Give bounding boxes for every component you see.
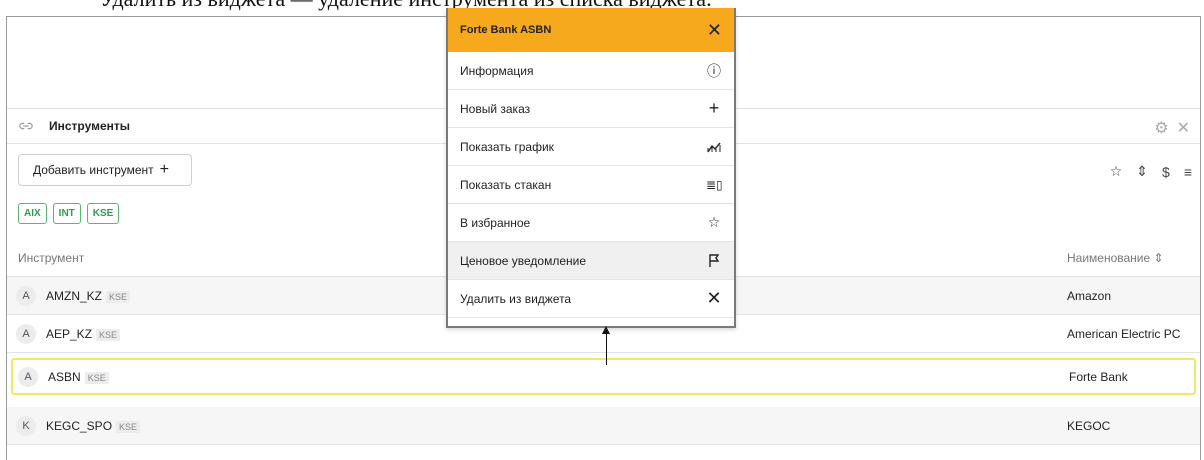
ticker-text: KEGC_SPO <box>46 419 113 433</box>
plus-icon: + <box>708 98 720 118</box>
menu-item-label: Ценовое уведомление <box>460 253 587 268</box>
avatar: A <box>16 286 36 306</box>
tag-aix[interactable]: AIX <box>18 203 47 224</box>
instrument-name: KEGOC <box>1067 419 1111 433</box>
exchange-tags: AIX INT KSE <box>18 203 120 224</box>
menu-item-remove[interactable]: Удалить из виджета ✕ <box>448 280 734 318</box>
plus-icon: + <box>159 161 169 178</box>
add-instrument-label: Добавить инструмент <box>33 163 154 177</box>
context-menu-title: Forte Bank ASBN <box>460 24 552 36</box>
instrument-name: American Electric PC <box>1067 327 1181 341</box>
ticker: ASBN KSE <box>48 370 109 384</box>
close-icon[interactable]: ✕ <box>707 20 722 41</box>
close-widget-icon[interactable]: ✕ <box>1177 118 1190 138</box>
info-icon: ⓘ <box>707 62 721 79</box>
menu-item-label: Показать график <box>460 139 554 154</box>
ticker: AEP_KZ KSE <box>46 327 121 341</box>
star-icon[interactable]: ☆ <box>1110 163 1123 180</box>
context-menu-header: Forte Bank ASBN ✕ <box>448 8 734 52</box>
column-name[interactable]: Наименование ⇕ <box>1067 251 1164 265</box>
gear-icon[interactable]: ⚙ <box>1154 118 1168 138</box>
ticker-text: ASBN <box>48 370 81 384</box>
exchange-badge: KSE <box>116 421 141 433</box>
column-instrument[interactable]: Инструмент <box>18 251 84 265</box>
avatar: A <box>16 324 36 344</box>
menu-item-new-order[interactable]: Новый заказ + <box>448 90 734 128</box>
menu-item-label: Информация <box>460 63 534 78</box>
star-icon: ☆ <box>707 214 721 230</box>
table-row-selected[interactable]: A ASBN KSE Forte Bank <box>11 358 1196 395</box>
menu-item-label: Удалить из виджета <box>460 291 572 306</box>
menu-item-price-alert[interactable]: Ценовое уведомление <box>448 242 734 280</box>
sort-icon[interactable]: ⇕ <box>1136 163 1148 180</box>
close-icon: ✕ <box>706 288 722 308</box>
context-menu: Forte Bank ASBN ✕ Информация ⓘ Новый зак… <box>446 8 736 328</box>
tag-int[interactable]: INT <box>52 203 81 224</box>
ticker: AMZN_KZ KSE <box>46 289 131 303</box>
flag-icon <box>709 253 720 267</box>
orderbook-icon: ≣▯ <box>706 177 723 192</box>
menu-item-show-chart[interactable]: Показать график <box>448 128 734 166</box>
exchange-badge: KSE <box>106 291 131 303</box>
add-instrument-button[interactable]: Добавить инструмент + <box>18 154 192 186</box>
annotation-arrow <box>606 330 607 365</box>
menu-item-info[interactable]: Информация ⓘ <box>448 52 734 90</box>
menu-item-favorite[interactable]: В избранное ☆ <box>448 204 734 242</box>
ticker: KEGC_SPO KSE <box>46 419 141 433</box>
exchange-badge: KSE <box>96 329 121 341</box>
exchange-badge: KSE <box>84 372 109 384</box>
link-icon[interactable] <box>19 119 33 133</box>
table-row[interactable]: K KEGC_SPO KSE KEGOC <box>7 407 1200 445</box>
avatar: K <box>16 416 36 436</box>
header-controls: ⚙ ✕ <box>1154 118 1190 138</box>
widget-title: Инструменты <box>49 119 131 133</box>
menu-item-label: Новый заказ <box>460 101 531 116</box>
ticker-text: AMZN_KZ <box>46 289 103 303</box>
instrument-name: Forte Bank <box>1069 370 1128 384</box>
table-tools: ☆ ⇕ $ ≡ <box>1110 163 1192 180</box>
ticker-text: AEP_KZ <box>46 327 93 341</box>
currency-icon[interactable]: $ <box>1162 164 1170 180</box>
menu-item-label: Показать стакан <box>460 177 552 192</box>
chart-icon <box>707 142 721 152</box>
avatar: A <box>18 367 38 387</box>
menu-item-label: В избранное <box>460 215 531 230</box>
instrument-name: Amazon <box>1067 289 1112 303</box>
menu-item-orderbook[interactable]: Показать стакан ≣▯ <box>448 166 734 204</box>
tag-kse[interactable]: KSE <box>86 203 120 224</box>
filter-icon[interactable]: ≡ <box>1184 164 1192 180</box>
